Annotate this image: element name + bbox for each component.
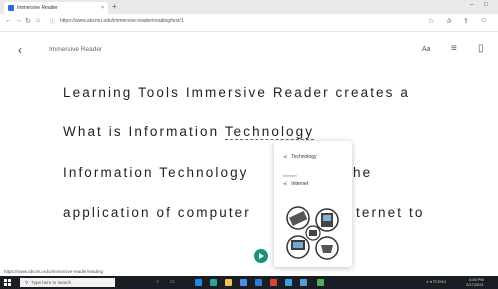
office-app-icon[interactable] bbox=[270, 279, 277, 286]
edge-favicon-icon bbox=[8, 5, 14, 11]
profile-icon[interactable]: ☺ bbox=[480, 17, 487, 24]
url-field[interactable]: https://www.abcmu.edu/immersive-reader/r… bbox=[60, 18, 184, 24]
favorites-icon[interactable]: ✰ bbox=[446, 17, 452, 25]
tab-title: Immersive Reader bbox=[17, 5, 58, 11]
reading-preferences-icon[interactable]: ▯ bbox=[478, 43, 484, 54]
popup-section-label: Internet bbox=[283, 173, 297, 178]
reader-text: Information Technology bbox=[63, 165, 249, 180]
technology-illustration bbox=[286, 206, 339, 260]
taskbar: ⚲ Type here to search ○ ▭ ∧ ♦ ⊡ ENG 4:05… bbox=[0, 276, 498, 289]
system-tray[interactable]: ∧ ♦ ⊡ ENG bbox=[426, 279, 446, 284]
popup-item: Internet bbox=[291, 181, 309, 187]
windows-start-icon[interactable] bbox=[4, 279, 11, 286]
popup-word: Technology bbox=[291, 154, 317, 160]
search-icon: ⚲ bbox=[25, 279, 29, 285]
play-button[interactable] bbox=[254, 249, 268, 263]
browser-tab-strip: Immersive Reader × + – □ bbox=[0, 0, 498, 14]
reader-line: application of computer bbox=[63, 205, 251, 220]
play-icon bbox=[259, 253, 264, 259]
selected-word[interactable]: Technology bbox=[224, 124, 315, 140]
picture-dictionary-popup: ◂) Technology Internet ◂) Internet bbox=[274, 141, 352, 267]
favorite-star-icon[interactable]: ☆ bbox=[428, 17, 434, 25]
popup-word-row[interactable]: ◂) Technology bbox=[283, 154, 316, 160]
site-info-icon[interactable]: ⓘ bbox=[50, 18, 55, 25]
word-app-icon[interactable] bbox=[255, 279, 262, 286]
reader-line: What is Information Technology bbox=[63, 124, 315, 140]
refresh-icon[interactable]: ↻ bbox=[25, 17, 31, 25]
share-icon[interactable]: ⇪ bbox=[463, 17, 469, 25]
forward-arrow-icon[interactable]: → bbox=[15, 17, 22, 24]
address-bar: ← → ↻ ⌂ ⓘ https://www.abcmu.edu/immersiv… bbox=[0, 14, 498, 32]
mail-app-icon[interactable] bbox=[240, 279, 247, 286]
maximize-button[interactable]: □ bbox=[484, 2, 488, 8]
cortana-icon[interactable]: ○ bbox=[156, 279, 159, 285]
reader-line-fragment: he bbox=[353, 165, 373, 180]
back-arrow-icon[interactable]: ← bbox=[5, 17, 12, 24]
home-icon[interactable]: ⌂ bbox=[36, 17, 40, 24]
minimize-button[interactable]: – bbox=[470, 2, 473, 8]
grammar-options-icon[interactable]: ≡ bbox=[451, 43, 457, 54]
reader-text: What is Information bbox=[63, 124, 225, 139]
task-view-icon[interactable]: ▭ bbox=[170, 279, 175, 285]
clock-date: 2/17/2021 bbox=[466, 282, 484, 287]
text-preferences-icon[interactable]: Aa bbox=[422, 46, 431, 53]
search-placeholder: Type here to search bbox=[31, 280, 72, 285]
reader-back-chevron-icon[interactable]: ‹ bbox=[18, 43, 22, 57]
reader-line: Learning Tools Immersive Reader creates … bbox=[63, 85, 410, 100]
speaker-icon[interactable]: ◂) bbox=[283, 181, 287, 187]
reader-line-fragment: ternet to bbox=[356, 205, 425, 220]
popup-item-row[interactable]: ◂) Internet bbox=[283, 181, 308, 187]
file-explorer-icon[interactable] bbox=[225, 279, 232, 286]
reader-line: Information Technology bbox=[63, 165, 249, 180]
store-app-icon[interactable] bbox=[210, 279, 217, 286]
speaker-icon[interactable]: ◂) bbox=[283, 154, 287, 160]
status-bar-url: https://www.abcmu.edu/immersive-reader/r… bbox=[4, 269, 104, 274]
photos-app-icon[interactable] bbox=[285, 279, 292, 286]
tab-close-icon[interactable]: × bbox=[101, 5, 104, 11]
taskbar-clock[interactable]: 4:05 PM 2/17/2021 bbox=[466, 277, 484, 287]
browser-tab[interactable]: Immersive Reader × bbox=[4, 2, 108, 14]
teams-app-icon[interactable] bbox=[317, 279, 324, 286]
reader-header: ‹ Immersive Reader Aa ≡ ▯ bbox=[0, 32, 498, 62]
onenote-app-icon[interactable] bbox=[300, 279, 307, 286]
new-tab-button[interactable]: + bbox=[112, 2, 117, 12]
reader-title: Immersive Reader bbox=[49, 46, 103, 53]
edge-app-icon[interactable] bbox=[195, 279, 202, 286]
taskbar-search-input[interactable]: ⚲ Type here to search bbox=[20, 278, 115, 287]
